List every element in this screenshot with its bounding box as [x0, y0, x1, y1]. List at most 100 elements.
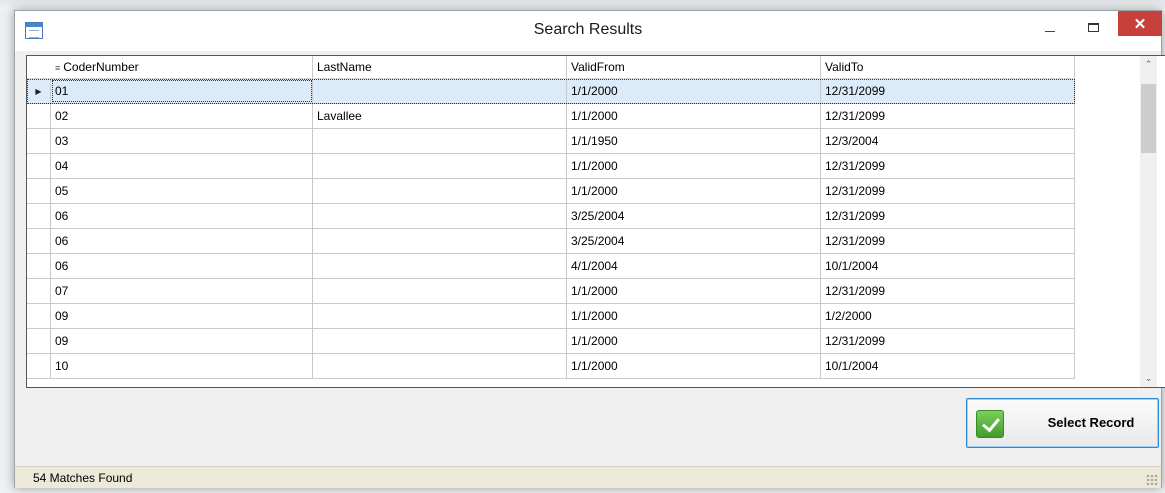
valid-from-cell[interactable]: 3/25/2004 — [567, 204, 821, 228]
coder-number-cell[interactable]: 04 — [51, 154, 313, 178]
match-count-status: 54 Matches Found — [33, 471, 133, 485]
last-name-cell[interactable] — [313, 79, 567, 103]
maximize-button[interactable] — [1073, 12, 1113, 42]
valid-to-cell[interactable]: 12/31/2099 — [821, 154, 1075, 178]
last-name-cell[interactable] — [313, 254, 567, 278]
coder-number-cell[interactable]: 10 — [51, 354, 313, 378]
vertical-scrollbar[interactable]: ⌃ ⌄ — [1140, 56, 1157, 387]
scroll-up-arrow-icon[interactable]: ⌃ — [1140, 56, 1157, 73]
row-header[interactable] — [27, 279, 51, 303]
valid-to-cell[interactable]: 12/31/2099 — [821, 104, 1075, 128]
valid-to-cell[interactable]: 12/31/2099 — [821, 179, 1075, 203]
valid-from-cell[interactable]: 1/1/2000 — [567, 354, 821, 378]
resize-grip-icon[interactable] — [1146, 474, 1158, 486]
row-header[interactable] — [27, 229, 51, 253]
results-grid[interactable]: ≡ CoderNumber LastName ValidFrom ValidTo … — [26, 55, 1165, 388]
table-row[interactable]: 04 1/1/2000 12/31/2099 — [27, 154, 1075, 179]
checkmark-icon — [976, 410, 1004, 438]
coder-number-cell[interactable]: 09 — [51, 329, 313, 353]
valid-from-cell[interactable]: 1/1/2000 — [567, 179, 821, 203]
row-header[interactable] — [27, 304, 51, 328]
last-name-cell[interactable] — [313, 204, 567, 228]
column-header-label: CoderNumber — [63, 60, 139, 74]
column-header-lastname[interactable]: LastName — [313, 56, 567, 78]
valid-from-cell[interactable]: 1/1/2000 — [567, 279, 821, 303]
valid-from-cell[interactable]: 1/1/2000 — [567, 304, 821, 328]
valid-from-cell[interactable]: 3/25/2004 — [567, 229, 821, 253]
table-row[interactable]: 10 1/1/2000 10/1/2004 — [27, 354, 1075, 379]
table-row[interactable]: 09 1/1/2000 1/2/2000 — [27, 304, 1075, 329]
valid-to-cell[interactable]: 10/1/2004 — [821, 254, 1075, 278]
close-button[interactable]: ✕ — [1118, 11, 1162, 36]
table-row[interactable]: ▶ 01 1/1/2000 12/31/2099 — [27, 79, 1075, 104]
coder-number-cell[interactable]: 01 — [51, 79, 313, 103]
coder-number-cell[interactable]: 02 — [51, 104, 313, 128]
valid-to-cell[interactable]: 12/31/2099 — [821, 279, 1075, 303]
valid-to-cell[interactable]: 12/31/2099 — [821, 229, 1075, 253]
last-name-cell[interactable] — [313, 229, 567, 253]
table-row[interactable]: 06 3/25/2004 12/31/2099 — [27, 229, 1075, 254]
valid-from-cell[interactable]: 1/1/2000 — [567, 154, 821, 178]
grid-header-row: ≡ CoderNumber LastName ValidFrom ValidTo — [27, 56, 1075, 79]
coder-number-cell[interactable]: 03 — [51, 129, 313, 153]
last-name-cell[interactable] — [313, 129, 567, 153]
valid-from-cell[interactable]: 1/1/2000 — [567, 79, 821, 103]
title-bar[interactable]: Search Results ✕ — [15, 11, 1162, 51]
last-name-cell[interactable] — [313, 329, 567, 353]
last-name-cell[interactable] — [313, 154, 567, 178]
table-row[interactable]: 06 3/25/2004 12/31/2099 — [27, 204, 1075, 229]
last-name-cell[interactable] — [313, 304, 567, 328]
row-header[interactable] — [27, 129, 51, 153]
valid-to-cell[interactable]: 12/31/2099 — [821, 329, 1075, 353]
valid-to-cell[interactable]: 12/31/2099 — [821, 204, 1075, 228]
column-header-codernumber[interactable]: ≡ CoderNumber — [51, 56, 313, 78]
column-header-validfrom[interactable]: ValidFrom — [567, 56, 821, 78]
select-record-button[interactable]: Select Record — [966, 398, 1159, 448]
last-name-cell[interactable] — [313, 279, 567, 303]
table-row[interactable]: 02 Lavallee 1/1/2000 12/31/2099 — [27, 104, 1075, 129]
scrollbar-thumb[interactable] — [1141, 84, 1156, 153]
close-icon: ✕ — [1133, 15, 1147, 33]
table-row[interactable]: 07 1/1/2000 12/31/2099 — [27, 279, 1075, 304]
valid-to-cell[interactable]: 1/2/2000 — [821, 304, 1075, 328]
minimize-button[interactable] — [1030, 12, 1070, 42]
valid-from-cell[interactable]: 1/1/2000 — [567, 104, 821, 128]
valid-from-cell[interactable]: 1/1/1950 — [567, 129, 821, 153]
background-strip — [0, 0, 1165, 10]
row-header[interactable] — [27, 104, 51, 128]
valid-to-cell[interactable]: 12/31/2099 — [821, 79, 1075, 103]
row-header[interactable]: ▶ — [27, 79, 51, 103]
coder-number-cell[interactable]: 09 — [51, 304, 313, 328]
row-header[interactable] — [27, 354, 51, 378]
table-row[interactable]: 05 1/1/2000 12/31/2099 — [27, 179, 1075, 204]
table-row[interactable]: 03 1/1/1950 12/3/2004 — [27, 129, 1075, 154]
maximize-icon — [1087, 22, 1099, 32]
coder-number-cell[interactable]: 05 — [51, 179, 313, 203]
coder-number-cell[interactable]: 06 — [51, 254, 313, 278]
row-header[interactable] — [27, 329, 51, 353]
valid-from-cell[interactable]: 1/1/2000 — [567, 329, 821, 353]
window-title: Search Results — [533, 21, 643, 38]
last-name-cell[interactable] — [313, 179, 567, 203]
row-header[interactable] — [27, 179, 51, 203]
table-row[interactable]: 06 4/1/2004 10/1/2004 — [27, 254, 1075, 279]
column-header-validto[interactable]: ValidTo — [821, 56, 1075, 78]
scroll-down-arrow-icon[interactable]: ⌄ — [1140, 370, 1157, 387]
last-name-cell[interactable] — [313, 354, 567, 378]
coder-number-cell[interactable]: 06 — [51, 229, 313, 253]
status-bar: 54 Matches Found — [15, 466, 1161, 488]
row-header[interactable] — [27, 154, 51, 178]
row-header[interactable] — [27, 254, 51, 278]
column-menu-icon: ≡ — [55, 63, 61, 73]
valid-to-cell[interactable]: 12/3/2004 — [821, 129, 1075, 153]
last-name-cell[interactable]: Lavallee — [313, 104, 567, 128]
row-header[interactable] — [27, 204, 51, 228]
grid-body: ▶ 01 1/1/2000 12/31/2099 02 Lavallee 1/1/2000 1… — [27, 79, 1075, 379]
table-row[interactable]: 09 1/1/2000 12/31/2099 — [27, 329, 1075, 354]
coder-number-cell[interactable]: 07 — [51, 279, 313, 303]
valid-to-cell[interactable]: 10/1/2004 — [821, 354, 1075, 378]
valid-from-cell[interactable]: 4/1/2004 — [567, 254, 821, 278]
current-row-indicator-icon: ▶ — [35, 86, 42, 96]
coder-number-cell[interactable]: 06 — [51, 204, 313, 228]
select-record-label: Select Record — [1047, 415, 1135, 430]
